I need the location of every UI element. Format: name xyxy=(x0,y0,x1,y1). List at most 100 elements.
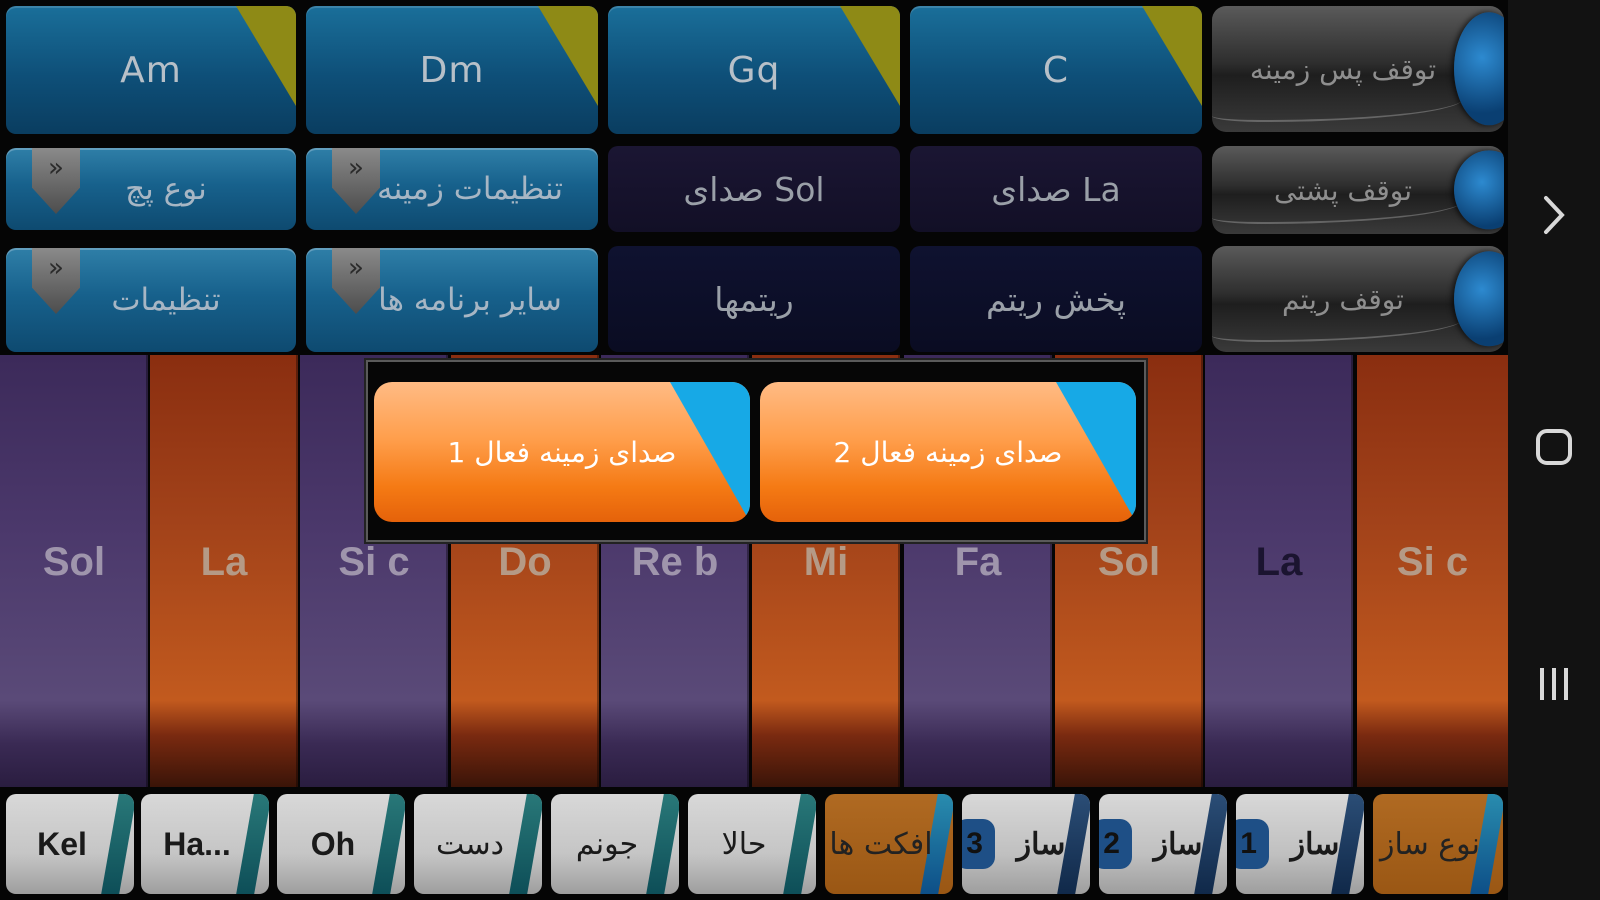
stripe-decoration xyxy=(100,794,134,894)
stop-background-label: توقف پس زمینه xyxy=(1249,52,1437,86)
key-si-c-high[interactable]: Si c xyxy=(1357,355,1508,787)
key-label: Sol xyxy=(42,540,106,584)
stop-backing-button[interactable]: توقف پشتی xyxy=(1212,146,1504,234)
chord-corner-decoration xyxy=(538,6,598,106)
stop-rhythm-button[interactable]: توقف ریتم xyxy=(1212,246,1504,352)
ha-label: Ha... xyxy=(163,825,231,862)
stripe-decoration xyxy=(235,794,269,894)
saz-3-button[interactable]: 3 ساز xyxy=(962,794,1090,894)
synth-app: Am Dm Gq C توقف پس زمینه » نوع پچ » تنظی… xyxy=(0,0,1508,900)
chord-corner-decoration xyxy=(840,6,900,106)
saz-2-content: 2 ساز xyxy=(1099,819,1218,869)
saz-number: 2 xyxy=(1099,819,1132,869)
glossy-sweep xyxy=(1212,312,1464,342)
saz-1-button[interactable]: 1 ساز xyxy=(1236,794,1364,894)
saz-label: ساز xyxy=(1153,827,1203,861)
key-la[interactable]: La xyxy=(150,355,298,787)
hala-label: حالا xyxy=(721,826,767,862)
stop-rhythm-label: توقف ریتم xyxy=(1282,282,1404,316)
kel-label: Kel xyxy=(37,825,87,862)
sound-sol-label: صدای Sol xyxy=(683,169,825,209)
chord-button-am[interactable]: Am xyxy=(6,6,296,134)
effects-button[interactable]: افکت ها xyxy=(825,794,953,894)
chord-button-c[interactable]: C xyxy=(910,6,1202,134)
chord-label: Gq xyxy=(727,49,781,91)
key-label: Mi xyxy=(803,540,849,584)
hala-button[interactable]: حالا xyxy=(688,794,816,894)
active-background-2-button[interactable]: صدای زمینه فعال 2 xyxy=(760,382,1136,522)
android-nav-bar xyxy=(1508,0,1600,900)
key-sol[interactable]: Sol xyxy=(0,355,148,787)
saz-label: ساز xyxy=(1016,827,1066,861)
chord-label: Dm xyxy=(419,49,485,91)
oh-button[interactable]: Oh xyxy=(277,794,405,894)
other-apps-button[interactable]: » سایر برنامه ها xyxy=(306,248,598,352)
instrument-type-label: نوع ساز xyxy=(1379,826,1481,862)
stop-background-button[interactable]: توقف پس زمینه xyxy=(1212,6,1504,132)
chevron-down-icon: » xyxy=(32,148,80,214)
sound-la-label: صدای La xyxy=(991,169,1121,209)
glossy-sweep xyxy=(1212,194,1464,224)
chevron-down-icon: » xyxy=(332,148,380,214)
key-la-high[interactable]: La xyxy=(1205,355,1353,787)
active-background-1-label: صدای زمینه فعال 1 xyxy=(447,435,677,469)
popup-corner-decoration xyxy=(670,382,750,522)
play-rhythm-label: پخش ریتم xyxy=(985,279,1127,319)
saz-2-button[interactable]: 2 ساز xyxy=(1099,794,1227,894)
background-sound-popup: صدای زمینه فعال 1 صدای زمینه فعال 2 xyxy=(366,360,1146,542)
glossy-sweep xyxy=(1212,92,1464,122)
key-label: Sol xyxy=(1097,540,1161,584)
settings-label: تنظیمات xyxy=(111,282,221,318)
play-rhythm-button[interactable]: پخش ریتم xyxy=(910,246,1202,352)
rhythms-button[interactable]: ریتمها xyxy=(608,246,900,352)
patch-type-button[interactable]: » نوع پچ xyxy=(6,148,296,230)
effects-label: افکت ها xyxy=(829,826,933,862)
chevron-down-icon: » xyxy=(32,248,80,314)
jonam-label: جونم xyxy=(575,826,639,862)
sound-la-button[interactable]: صدای La xyxy=(910,146,1202,232)
other-apps-label: سایر برنامه ها xyxy=(378,282,562,318)
patch-type-label: نوع پچ xyxy=(125,171,207,207)
saz-1-content: 1 ساز xyxy=(1236,819,1355,869)
saz-number: 3 xyxy=(962,819,995,869)
saz-number: 1 xyxy=(1236,819,1269,869)
ha-button[interactable]: Ha... xyxy=(141,794,269,894)
popup-corner-decoration xyxy=(1056,382,1136,522)
instrument-type-button[interactable]: نوع ساز xyxy=(1373,794,1503,894)
kel-button[interactable]: Kel xyxy=(6,794,134,894)
stripe-decoration xyxy=(645,794,679,894)
rhythms-label: ریتمها xyxy=(714,279,794,319)
saz-3-content: 3 ساز xyxy=(962,819,1081,869)
active-background-2-label: صدای زمینه فعال 2 xyxy=(833,435,1063,469)
stripe-decoration xyxy=(782,794,816,894)
key-label: Do xyxy=(498,540,552,584)
dast-label: دست xyxy=(436,826,504,862)
active-background-1-button[interactable]: صدای زمینه فعال 1 xyxy=(374,382,750,522)
background-settings-button[interactable]: » تنظیمات زمینه xyxy=(306,148,598,230)
sound-sol-button[interactable]: صدای Sol xyxy=(608,146,900,232)
dast-button[interactable]: دست xyxy=(414,794,542,894)
blue-knob-icon xyxy=(1454,12,1504,126)
key-label: Re b xyxy=(631,540,719,584)
key-label: Si c xyxy=(338,540,410,584)
chevron-right-icon[interactable] xyxy=(1508,190,1600,240)
chord-corner-decoration xyxy=(1142,6,1202,106)
key-label: Si c xyxy=(1396,540,1469,584)
home-icon[interactable] xyxy=(1508,425,1600,469)
settings-button[interactable]: » تنظیمات xyxy=(6,248,296,352)
recent-apps-icon[interactable] xyxy=(1508,662,1600,706)
key-label: La xyxy=(1255,540,1303,584)
bottom-toolbar: Kel Ha... Oh دست جونم حالا افکت ها 3 ساز… xyxy=(0,790,1508,900)
chord-corner-decoration xyxy=(236,6,296,106)
chevron-down-icon: » xyxy=(332,248,380,314)
chord-button-dm[interactable]: Dm xyxy=(306,6,598,134)
chord-button-gq[interactable]: Gq xyxy=(608,6,900,134)
chord-label: Am xyxy=(120,49,182,91)
blue-knob-icon xyxy=(1454,150,1504,230)
key-label: Fa xyxy=(954,540,1002,584)
blue-knob-icon xyxy=(1454,251,1504,347)
chord-label: C xyxy=(1042,49,1070,91)
background-settings-label: تنظیمات زمینه xyxy=(376,171,564,207)
jonam-button[interactable]: جونم xyxy=(551,794,679,894)
stripe-decoration xyxy=(371,794,405,894)
